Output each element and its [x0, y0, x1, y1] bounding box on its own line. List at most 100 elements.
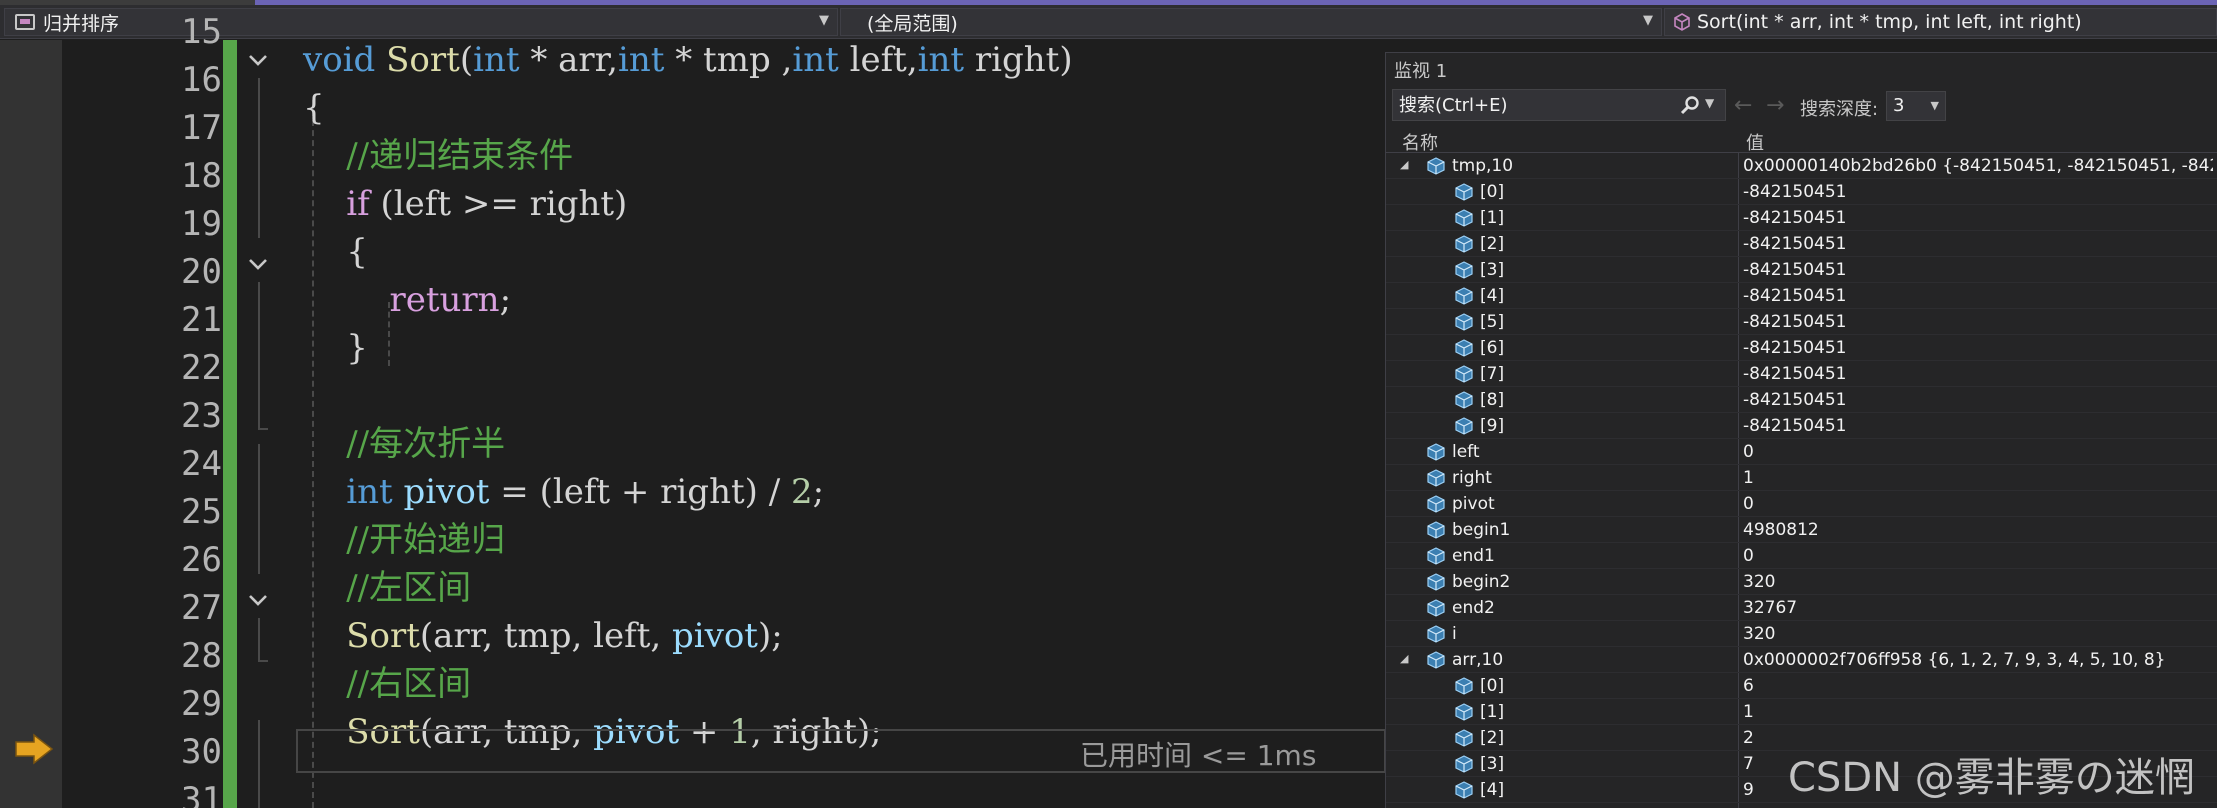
watch-row-name: [9]	[1480, 416, 1505, 436]
watch-row-value[interactable]: 0	[1743, 546, 2213, 566]
code-token: //左区间	[303, 568, 472, 608]
collapse-chevron-icon[interactable]	[245, 47, 271, 73]
variable-icon	[1426, 521, 1446, 539]
code-token: );	[757, 616, 783, 656]
line-number: 21	[181, 300, 222, 340]
arrow-left-icon[interactable]: ←	[1734, 93, 1752, 118]
watch-row-value[interactable]: 0	[1743, 494, 2213, 514]
watch-row-value[interactable]: -842150451	[1743, 312, 2213, 332]
watch-row[interactable]: end2 32767	[1386, 595, 2217, 621]
watch-row-value[interactable]: -842150451	[1743, 260, 2213, 280]
watch-row[interactable]: ◢ arr,10 0x0000002f706ff958 {6, 1, 2, 7, 9…	[1386, 647, 2217, 673]
watch-row[interactable]: right 1	[1386, 465, 2217, 491]
expand-triangle-icon[interactable]: ◢	[1400, 158, 1408, 171]
code-token: right)	[964, 40, 1073, 80]
watch-row[interactable]: [0] 6	[1386, 673, 2217, 699]
line-number: 28	[181, 636, 222, 676]
column-name-header[interactable]: 名称	[1402, 129, 1438, 155]
watch-row-value[interactable]: -842150451	[1743, 364, 2213, 384]
watch-row-value[interactable]: 6	[1743, 676, 2213, 696]
watch-row-value[interactable]: 32767	[1743, 598, 2213, 618]
watch-search-input[interactable]	[1393, 90, 1673, 120]
depth-select[interactable]: 3 ▼	[1886, 91, 1946, 121]
watch-row[interactable]: [4] -842150451	[1386, 283, 2217, 309]
watch-row[interactable]: [8] -842150451	[1386, 387, 2217, 413]
watch-row[interactable]: [1] 1	[1386, 699, 2217, 725]
variable-icon	[1426, 469, 1446, 487]
watch-row[interactable]: end1 0	[1386, 543, 2217, 569]
watch-row[interactable]: [2] -842150451	[1386, 231, 2217, 257]
variable-icon	[1454, 313, 1474, 331]
watch-toolbar: ▼ ← → 搜索深度: 3 ▼	[1386, 89, 2217, 123]
line-number: 17	[181, 108, 222, 148]
watch-row-value[interactable]: -842150451	[1743, 286, 2213, 306]
watch-row-value[interactable]: 4980812	[1743, 520, 2213, 540]
watch-row[interactable]: [3] -842150451	[1386, 257, 2217, 283]
code-token: }	[303, 328, 368, 368]
watch-row-value[interactable]: -842150451	[1743, 338, 2213, 358]
code-token: ;	[499, 280, 512, 320]
watch-row[interactable]: pivot 0	[1386, 491, 2217, 517]
watch-row-value[interactable]: -842150451	[1743, 390, 2213, 410]
watch-row-value[interactable]: 1	[1743, 468, 2213, 488]
watch-row-name: [3]	[1480, 754, 1505, 774]
collapse-chevron-icon[interactable]	[245, 251, 271, 277]
watch-window: 监视 1 ▼ ← → 搜索深度: 3 ▼ 名称 值 ◢ tmp,10 0x00000…	[1385, 52, 2217, 808]
arrow-right-icon[interactable]: →	[1766, 93, 1784, 118]
watch-row-value[interactable]: 320	[1743, 624, 2213, 644]
line-number: 15	[181, 12, 222, 52]
watch-row-name: [0]	[1480, 182, 1505, 202]
watch-row[interactable]: [7] -842150451	[1386, 361, 2217, 387]
search-icon[interactable]	[1679, 95, 1701, 117]
watch-row[interactable]: [6] -842150451	[1386, 335, 2217, 361]
watch-row-value[interactable]: -842150451	[1743, 416, 2213, 436]
watch-row-value[interactable]: 1	[1743, 702, 2213, 722]
code-token: left,	[838, 40, 918, 80]
line-number: 26	[181, 540, 222, 580]
watch-row[interactable]: [0] -842150451	[1386, 179, 2217, 205]
watch-row-name: tmp,10	[1452, 156, 1514, 176]
watch-row-value[interactable]: -842150451	[1743, 234, 2213, 254]
watch-row-value[interactable]: 0x0000002f706ff958 {6, 1, 2, 7, 9, 3, 4,…	[1743, 650, 2213, 670]
collapse-chevron-icon[interactable]	[245, 587, 271, 613]
scope-dropdown[interactable]: (全局范围) ▼	[840, 8, 1662, 36]
code-line: //递归结束条件	[303, 132, 573, 180]
watch-row[interactable]: begin2 320	[1386, 569, 2217, 595]
line-number: 24	[181, 444, 222, 484]
variable-icon	[1454, 729, 1474, 747]
variable-icon	[1454, 677, 1474, 695]
code-editor[interactable]: void Sort(int * arr,int * tmp ,int left,…	[287, 40, 1387, 808]
chevron-down-icon: ▼	[1643, 13, 1653, 28]
watch-row-value[interactable]: -842150451	[1743, 208, 2213, 228]
chevron-down-icon[interactable]: ▼	[1705, 96, 1714, 110]
watch-row-name: pivot	[1452, 494, 1495, 514]
watch-row[interactable]: left 0	[1386, 439, 2217, 465]
watch-row-value[interactable]: 0x00000140b2bd26b0 {-842150451, -8421504…	[1743, 156, 2213, 176]
expand-triangle-icon[interactable]: ◢	[1400, 652, 1408, 665]
watch-row-name: [0]	[1480, 676, 1505, 696]
watch-row-name: [7]	[1480, 364, 1505, 384]
column-value-header[interactable]: 值	[1746, 129, 1764, 155]
watch-row-name: [3]	[1480, 260, 1505, 280]
watch-row[interactable]: begin1 4980812	[1386, 517, 2217, 543]
watch-row[interactable]: ◢ tmp,10 0x00000140b2bd26b0 {-842150451, -…	[1386, 153, 2217, 179]
watch-row-name: i	[1452, 624, 1457, 644]
watch-row-value[interactable]: -842150451	[1743, 182, 2213, 202]
watch-row[interactable]: i 320	[1386, 621, 2217, 647]
watch-row-value[interactable]: 320	[1743, 572, 2213, 592]
code-token: int	[792, 40, 839, 80]
watch-column-header: 名称 值	[1386, 127, 2217, 155]
watch-row[interactable]: [5] -842150451	[1386, 309, 2217, 335]
watch-row[interactable]: [9] -842150451	[1386, 413, 2217, 439]
function-dropdown[interactable]: Sort(int * arr, int * tmp, int left, int…	[1664, 8, 2217, 36]
watch-row-value[interactable]: 0	[1743, 442, 2213, 462]
code-token: {	[303, 232, 368, 272]
watch-row-name: [6]	[1480, 338, 1505, 358]
watch-row[interactable]: [1] -842150451	[1386, 205, 2217, 231]
code-line: Sort(arr, tmp, left, pivot);	[303, 612, 783, 660]
glyph-margin[interactable]	[0, 40, 62, 808]
variable-icon	[1426, 625, 1446, 643]
